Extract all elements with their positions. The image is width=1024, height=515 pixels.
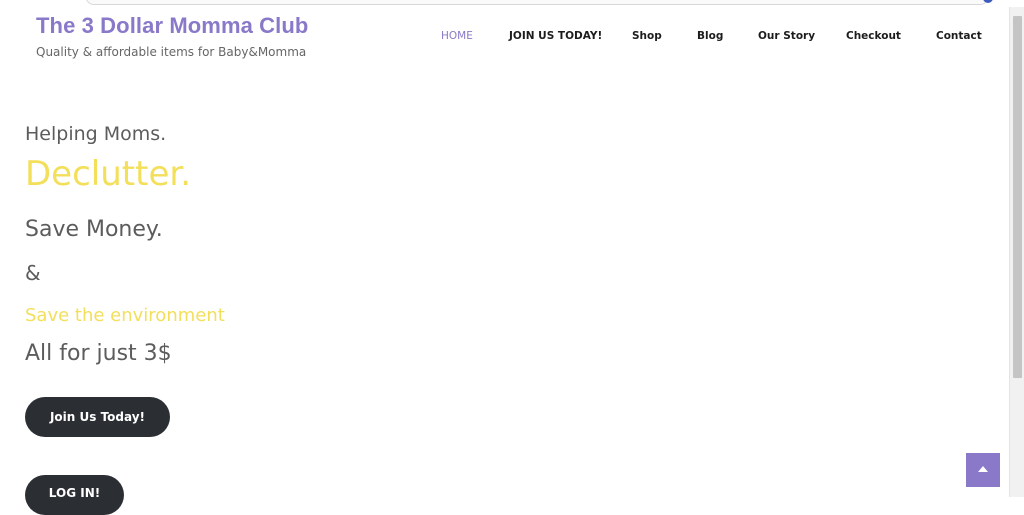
hero-line-price: All for just 3$	[25, 341, 172, 366]
address-bar-edge	[86, 0, 988, 5]
scrollbar-thumb[interactable]	[1013, 16, 1022, 378]
nav-item-our-story[interactable]: Our Story	[758, 30, 815, 42]
site-tagline: Quality & affordable items for Baby&Momm…	[36, 45, 307, 59]
nav-item-checkout[interactable]: Checkout	[846, 30, 901, 42]
nav-item-shop[interactable]: Shop	[632, 30, 662, 42]
hero-line-ampersand: &	[25, 261, 41, 285]
nav-item-join-us-today[interactable]: JOIN US TODAY!	[509, 30, 602, 42]
hero-line-declutter: Declutter.	[25, 154, 192, 194]
site-title[interactable]: The 3 Dollar Momma Club	[36, 13, 308, 39]
nav-item-contact[interactable]: Contact	[936, 30, 982, 42]
login-button[interactable]: LOG IN!	[25, 475, 124, 515]
nav-item-home[interactable]: HOME	[441, 30, 473, 42]
nav-item-blog[interactable]: Blog	[697, 30, 723, 42]
page-scrollbar[interactable]	[1009, 7, 1024, 497]
hero-line-save-environment: Save the environment	[25, 305, 225, 326]
join-us-today-button[interactable]: Join Us Today!	[25, 397, 170, 437]
chevron-up-icon	[978, 466, 988, 472]
hero-line-save-money: Save Money.	[25, 217, 163, 242]
browser-top-edge	[0, 0, 1024, 7]
hero-line-helping-moms: Helping Moms.	[25, 123, 167, 145]
back-to-top-button[interactable]	[966, 453, 1000, 487]
